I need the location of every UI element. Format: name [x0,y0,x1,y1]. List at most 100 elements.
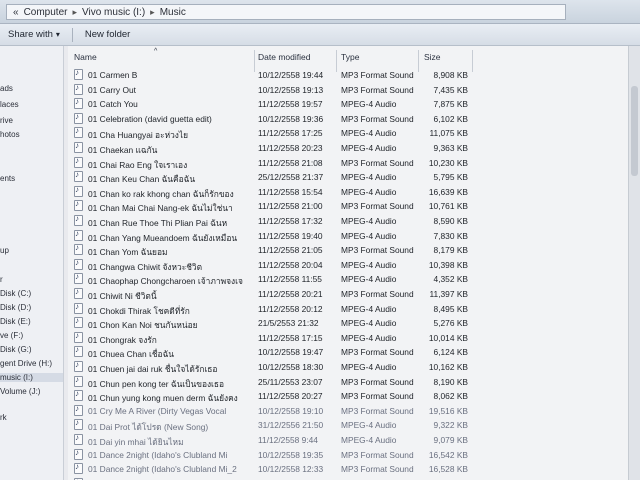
address-bar[interactable]: « Computer ▸ Vivo music (I:) ▸ Music [0,0,640,24]
file-name: 01 Dance 2night (Idaho's Clubland Mi [88,449,228,460]
breadcrumb-folder[interactable]: Music [160,7,186,18]
nav-item-music-i[interactable]: music (I:) [0,373,63,382]
column-header-date[interactable]: Date modified [258,52,310,62]
file-size: 6,124 KB [433,347,468,358]
nav-item-places[interactable]: laces [0,100,19,109]
file-row[interactable]: 01 Chun yung kong muen derm ฉันยังคง11/1… [68,389,628,404]
breadcrumb-arrow-icon[interactable]: « [13,7,19,18]
file-size: 8,495 KB [433,303,468,314]
audio-file-icon [74,448,83,460]
file-row[interactable]: 01 Dai yin mhai ได้ยินไหม11/12/2558 9:44… [68,433,628,448]
nav-item-computer[interactable]: r [0,275,3,284]
nav-item-disk-d[interactable]: Disk (D:) [0,303,31,312]
nav-item-volume-j[interactable]: Volume (J:) [0,387,40,396]
share-with-button[interactable]: Share with ▾ [0,26,68,44]
file-type: MPEG-4 Audio [341,362,397,372]
file-row[interactable]: 01 Chiwit Ni ชีวิตนี้11/12/2558 20:21MP3… [68,287,628,302]
breadcrumb-separator-icon[interactable]: ▸ [150,7,155,18]
audio-file-icon [74,316,83,329]
file-date-modified: 11/12/2558 9:44 [258,435,318,445]
file-type: MP3 Format Sound [341,70,414,80]
breadcrumb-computer[interactable]: Computer [24,7,68,18]
breadcrumb-drive[interactable]: Vivo music (I:) [82,7,145,18]
file-list[interactable]: Name ^ Date modified Type Size 01 Carmen… [68,46,628,480]
file-row[interactable]: 01 Catch You 11/12/2558 19:57 MPEG-4 Audio… [68,97,628,112]
file-type: MPEG-4 Audio [341,332,397,343]
nav-item-documents[interactable]: ents [0,174,15,183]
audio-file-icon [74,126,83,139]
file-row[interactable]: 01 Dance 2night (Idaho's Clubland Mi_2 10… [68,462,628,477]
file-row[interactable]: 01 Chaekan แฉกัน11/12/2558 20:23MPEG-4 A… [68,141,628,156]
file-date-modified: 11/12/2558 11:55 [258,274,322,285]
file-type: MP3 Format Sound [341,84,414,95]
file-date-modified: 11/12/2558 21:05 [258,245,323,256]
nav-item-photos[interactable]: hotos [0,130,20,139]
file-size: 5,276 KB [433,318,468,329]
nav-item-drive-f[interactable]: ve (F:) [0,331,23,340]
nav-item-drive-h[interactable]: gent Drive (H:) [0,359,52,368]
toolbar-divider [71,27,73,42]
file-row[interactable]: 01 Chan Yom ฉันยอม11/12/2558 21:05MP3 Fo… [68,243,628,258]
file-type: MP3 Format Sound [341,157,414,168]
file-row[interactable]: 01 Cha Huangyai อะห่วงไย11/12/2558 17:25… [68,126,628,141]
nav-item-disk-g[interactable]: Disk (G:) [0,345,32,354]
nav-item-disk-c[interactable]: Disk (C:) [0,289,31,298]
file-type: MPEG-4 Audio [341,216,397,226]
file-row[interactable]: 01 Chaophap Chongcharoen เจ้าภาพจงเจ11/1… [68,272,628,287]
nav-item-backup[interactable]: up [0,246,9,255]
nav-item-downloads[interactable]: ads [0,84,13,93]
audio-file-icon [74,170,83,183]
navigation-pane[interactable]: ads laces rive hotos ents up r Disk (C:)… [0,46,64,480]
file-row[interactable]: 01 Chuen jai dai ruk ชื่นใจได้รักเธอ10/1… [68,360,628,375]
nav-item-drive[interactable]: rive [0,116,13,125]
breadcrumb-separator-icon[interactable]: ▸ [72,7,77,18]
file-type: MPEG-4 Audio [341,435,397,445]
nav-item-disk-e[interactable]: Disk (E:) [0,317,31,326]
file-row[interactable]: 01 Chongrak จงรัก11/12/2558 17:15MPEG-4 … [68,331,628,346]
audio-file-icon [74,389,83,402]
file-date-modified: 11/12/2558 15:54 [258,186,323,197]
file-row[interactable]: 01 Carmen B 10/12/2558 19:44 MP3 Format So… [68,68,628,83]
file-row[interactable]: 01 Chun pen kong ter ฉันเป็นของเธอ25/11/… [68,375,628,390]
file-type: MP3 Format Sound [341,113,414,124]
file-row[interactable]: 01 Chan Rue Thoe Thi Plian Pai ฉันห11/12… [68,214,628,229]
column-header-size[interactable]: Size [424,52,441,62]
vertical-scrollbar[interactable] [628,46,640,480]
command-bar: Share with ▾ New folder [0,24,640,46]
audio-file-icon [74,345,83,358]
audio-file-icon [74,243,83,256]
nav-item-network[interactable]: rk [0,413,7,422]
file-type: MP3 Format Sound [341,289,414,299]
file-row[interactable]: 01 Chan Keu Chan ฉันคือฉัน25/12/2558 21:… [68,170,628,185]
file-row[interactable]: 01 Chan Yang Mueandoem ฉันยังเหมือน11/12… [68,229,628,244]
file-row[interactable]: 01 Dai Prot ได้โปรด (New Song)31/12/2556… [68,418,628,433]
file-row[interactable]: 01 Chai Rao Eng ใจเราเอง11/12/2558 21:08… [68,156,628,171]
file-type: MP3 Format Sound [341,347,414,358]
file-date-modified: 25/11/2553 23:07 [258,376,323,387]
file-name: 01 Cry Me A River (Dirty Vegas Vocal [88,405,227,416]
file-date-modified: 11/12/2558 17:15 [258,332,323,343]
file-type: MP3 Format Sound [341,405,414,416]
file-name: 01 Carry Out [88,84,136,95]
breadcrumb[interactable]: « Computer ▸ Vivo music (I:) ▸ Music [6,4,566,20]
audio-file-icon [74,258,83,270]
column-header-type[interactable]: Type [341,52,359,62]
file-row[interactable]: 01 Chan ko rak khong chan ฉันก็รักของ11/… [68,185,628,200]
file-date-modified: 11/12/2558 17:25 [258,128,323,139]
file-row[interactable]: 01 Changwa Chiwit จังหวะชีวิต11/12/2558 … [68,258,628,273]
file-type: MPEG-4 Audio [341,172,397,183]
file-row[interactable]: 01 Carry Out 10/12/2558 19:13 MP3 Format S… [68,83,628,98]
file-row[interactable]: 01 Chokdi Thirak โชคดีที่รัก11/12/2558 2… [68,302,628,317]
file-row[interactable]: 01 Celebration (david guetta edit) 10/12/… [68,112,628,127]
file-size: 8,062 KB [433,391,468,402]
file-row[interactable]: 01 Chon Kan Noi ชนกันหน่อย21/5/2553 21:3… [68,316,628,331]
new-folder-button[interactable]: New folder [77,26,138,44]
file-date-modified: 10/12/2558 19:35 [258,449,324,460]
column-header-name[interactable]: Name [74,52,97,62]
scrollbar-thumb[interactable] [631,86,638,176]
file-size: 5,795 KB [433,172,468,183]
file-row[interactable]: 01 Cry Me A River (Dirty Vegas Vocal 10/1… [68,404,628,419]
file-row[interactable]: 01 Chuea Chan เชื่อฉัน10/12/2558 19:47MP… [68,345,628,360]
file-row[interactable]: 01 Chan Mai Chai Nang-ek ฉันไม่ใช่นา11/1… [68,199,628,214]
file-row[interactable]: 01 Dance 2night (Idaho's Clubland Mi 10/1… [68,448,628,463]
